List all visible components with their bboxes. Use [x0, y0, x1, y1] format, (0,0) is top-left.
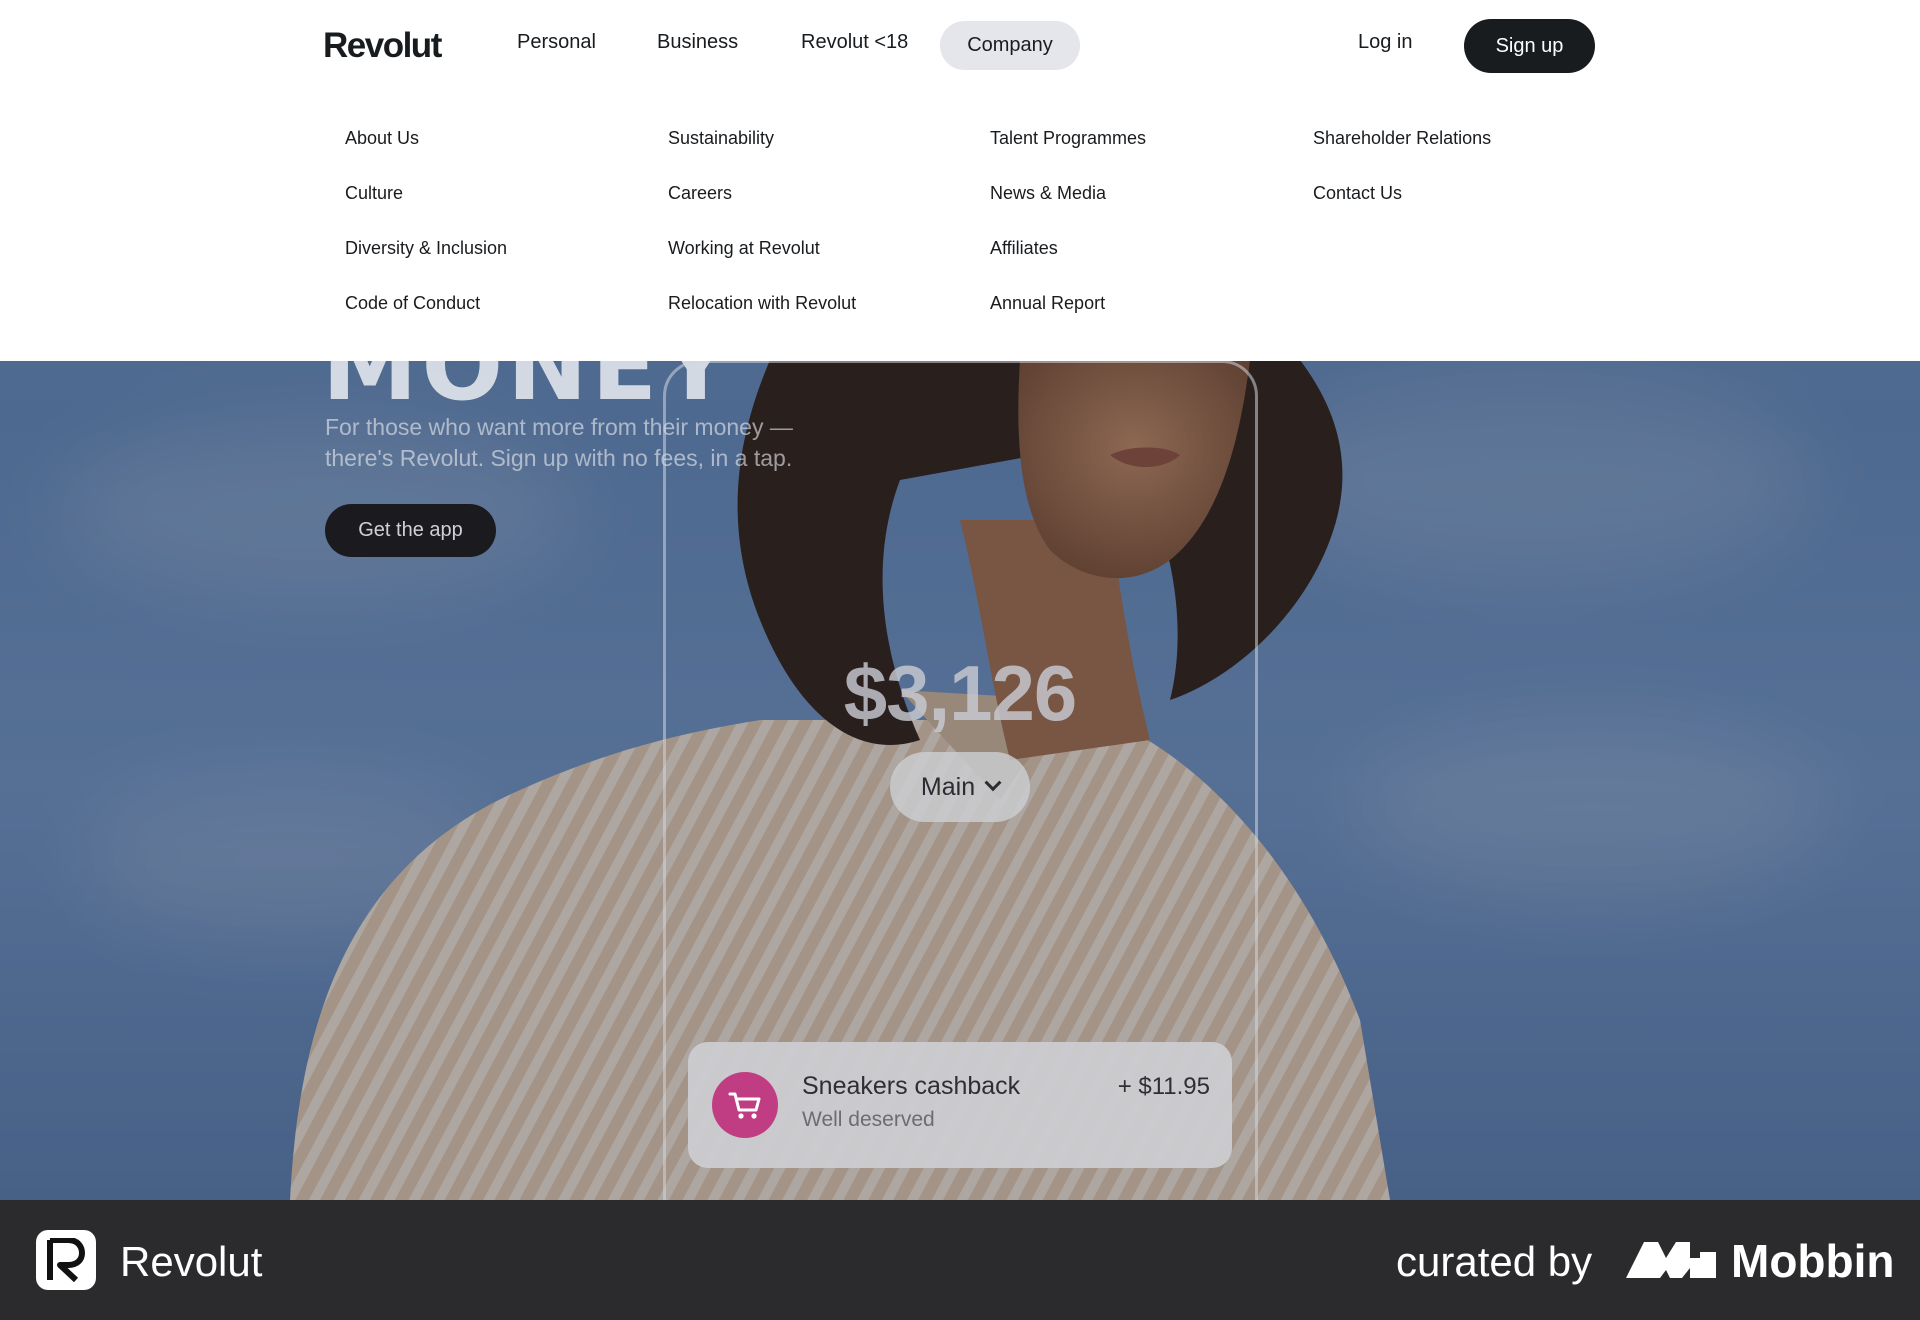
menu-link-news-media[interactable]: News & Media: [990, 180, 1146, 235]
nav-personal[interactable]: Personal: [517, 31, 596, 54]
sign-up-button[interactable]: Sign up: [1464, 19, 1595, 73]
menu-link-talent-programmes[interactable]: Talent Programmes: [990, 125, 1146, 180]
menu-link-contact-us[interactable]: Contact Us: [1313, 180, 1491, 235]
menu-link-relocation[interactable]: Relocation with Revolut: [668, 290, 856, 345]
company-menu-column-3: Talent Programmes News & Media Affiliate…: [990, 125, 1146, 345]
cashback-subtitle: Well deserved: [802, 1108, 935, 1131]
menu-link-about-us[interactable]: About Us: [345, 125, 507, 180]
nav-business[interactable]: Business: [657, 31, 738, 54]
top-navigation: Revolut Personal Business Revolut <18 Co…: [0, 0, 1920, 361]
company-menu-column-1: About Us Culture Diversity & Inclusion C…: [345, 125, 507, 345]
shopping-cart-icon: [712, 1072, 778, 1138]
account-balance: $3,126: [843, 649, 1078, 737]
account-label: Main: [920, 772, 976, 801]
cashback-title: Sneakers cashback: [802, 1072, 1021, 1100]
mobbin-wordmark: Mobbin: [1731, 1235, 1895, 1287]
curated-by-label: curated by: [1396, 1238, 1593, 1285]
menu-link-shareholder-relations[interactable]: Shareholder Relations: [1313, 125, 1491, 180]
revolut-logo[interactable]: Revolut: [323, 26, 442, 66]
account-selector[interactable]: Main: [890, 752, 1030, 822]
menu-link-sustainability[interactable]: Sustainability: [668, 125, 856, 180]
mobbin-logo-icon: [1626, 1242, 1716, 1278]
menu-link-careers[interactable]: Careers: [668, 180, 856, 235]
cashback-notification: Sneakers cashback Well deserved + $11.95: [688, 1042, 1232, 1168]
chevron-down-icon: [984, 774, 1002, 792]
menu-link-code-of-conduct[interactable]: Code of Conduct: [345, 290, 507, 345]
menu-link-diversity-inclusion[interactable]: Diversity & Inclusion: [345, 235, 507, 290]
menu-link-working-at-revolut[interactable]: Working at Revolut: [668, 235, 856, 290]
menu-link-culture[interactable]: Culture: [345, 180, 507, 235]
log-in-link[interactable]: Log in: [1358, 31, 1413, 54]
nav-company[interactable]: Company: [940, 21, 1080, 70]
app-name: Revolut: [120, 1238, 263, 1285]
menu-link-annual-report[interactable]: Annual Report: [990, 290, 1146, 345]
menu-link-affiliates[interactable]: Affiliates: [990, 235, 1146, 290]
revolut-app-icon: [36, 1230, 96, 1290]
get-app-button[interactable]: Get the app: [325, 504, 496, 557]
cashback-amount: + $11.95: [1117, 1073, 1210, 1100]
company-menu-column-4: Shareholder Relations Contact Us: [1313, 125, 1491, 235]
nav-revolut-under-18[interactable]: Revolut <18: [801, 31, 908, 54]
company-menu-column-2: Sustainability Careers Working at Revolu…: [668, 125, 856, 345]
curation-footer: Revolut curated by Mobbin: [0, 1200, 1920, 1320]
